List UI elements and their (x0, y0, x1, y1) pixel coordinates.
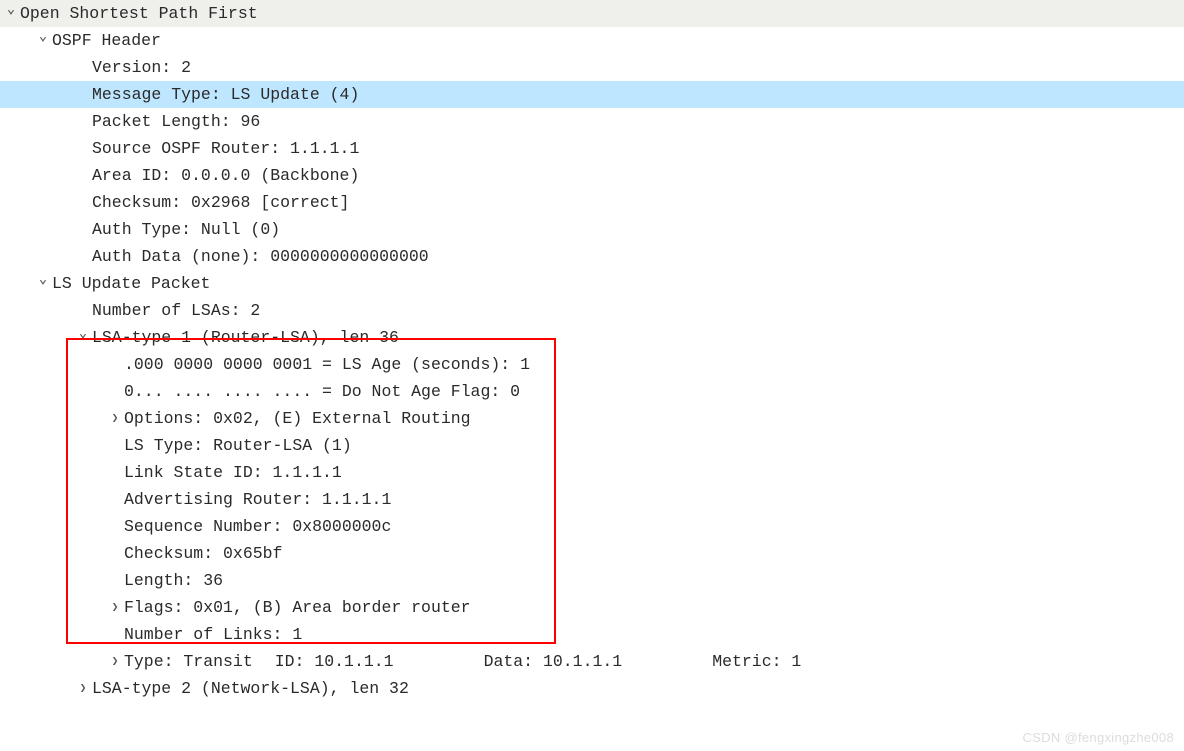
field-source-router[interactable]: Source OSPF Router: 1.1.1.1 (0, 135, 1184, 162)
field-auth-type[interactable]: Auth Type: Null (0) (0, 216, 1184, 243)
ls-update-node[interactable]: LS Update Packet (0, 270, 1184, 297)
link-data-text: Data: 10.1.1.1 (484, 648, 623, 675)
field-auth-data[interactable]: Auth Data (none): 0000000000000000 (0, 243, 1184, 270)
field-ls-age[interactable]: .000 0000 0000 0001 = LS Age (seconds): … (0, 351, 1184, 378)
ospf-header-label: OSPF Header (52, 27, 161, 54)
text: Sequence Number: 0x8000000c (124, 513, 391, 540)
text: Flags: 0x01, (B) Area border router (124, 594, 471, 621)
lsa2-node[interactable]: LSA-type 2 (Network-LSA), len 32 (0, 675, 1184, 702)
ospf-header-node[interactable]: OSPF Header (0, 27, 1184, 54)
chevron-right-icon[interactable] (108, 404, 122, 433)
chevron-right-icon[interactable] (76, 674, 90, 703)
field-link-line[interactable]: Type: Transit ID: 10.1.1.1 Data: 10.1.1.1 M… (0, 648, 1184, 675)
text: LS Type: Router-LSA (1) (124, 432, 352, 459)
chevron-right-icon[interactable] (108, 647, 122, 676)
text: Number of LSAs: 2 (92, 297, 260, 324)
field-num-links[interactable]: Number of Links: 1 (0, 621, 1184, 648)
ls-update-label: LS Update Packet (52, 270, 210, 297)
tree-root[interactable]: Open Shortest Path First (0, 0, 1184, 27)
text: Source OSPF Router: 1.1.1.1 (92, 135, 359, 162)
text: Options: 0x02, (E) External Routing (124, 405, 471, 432)
chevron-down-icon[interactable] (36, 27, 50, 55)
root-label: Open Shortest Path First (20, 0, 258, 27)
watermark-text: CSDN @fengxingzhe008 (1023, 730, 1174, 745)
text: Link State ID: 1.1.1.1 (124, 459, 342, 486)
text: Auth Data (none): 0000000000000000 (92, 243, 429, 270)
text: Advertising Router: 1.1.1.1 (124, 486, 391, 513)
field-version[interactable]: Version: 2 (0, 54, 1184, 81)
text: Version: 2 (92, 54, 191, 81)
text: 0... .... .... .... = Do Not Age Flag: 0 (124, 378, 520, 405)
text: Length: 36 (124, 567, 223, 594)
text: Auth Type: Null (0) (92, 216, 280, 243)
field-dna-flag[interactable]: 0... .... .... .... = Do Not Age Flag: 0 (0, 378, 1184, 405)
field-adv-router[interactable]: Advertising Router: 1.1.1.1 (0, 486, 1184, 513)
lsa2-label: LSA-type 2 (Network-LSA), len 32 (92, 675, 409, 702)
field-checksum[interactable]: Checksum: 0x2968 [correct] (0, 189, 1184, 216)
text: Number of Links: 1 (124, 621, 302, 648)
text: Checksum: 0x2968 [correct] (92, 189, 349, 216)
text: Packet Length: 96 (92, 108, 260, 135)
field-lsa-checksum[interactable]: Checksum: 0x65bf (0, 540, 1184, 567)
text: Checksum: 0x65bf (124, 540, 282, 567)
field-seq-num[interactable]: Sequence Number: 0x8000000c (0, 513, 1184, 540)
field-message-type[interactable]: Message Type: LS Update (4) (0, 81, 1184, 108)
field-ls-type[interactable]: LS Type: Router-LSA (1) (0, 432, 1184, 459)
link-id-text: ID: 10.1.1.1 (275, 648, 394, 675)
chevron-down-icon[interactable] (36, 270, 50, 298)
link-type-text: Type: Transit (124, 648, 253, 675)
lsa1-label: LSA-type 1 (Router-LSA), len 36 (92, 324, 399, 351)
field-flags[interactable]: Flags: 0x01, (B) Area border router (0, 594, 1184, 621)
field-area-id[interactable]: Area ID: 0.0.0.0 (Backbone) (0, 162, 1184, 189)
field-num-lsas[interactable]: Number of LSAs: 2 (0, 297, 1184, 324)
field-packet-length[interactable]: Packet Length: 96 (0, 108, 1184, 135)
lsa1-node[interactable]: LSA-type 1 (Router-LSA), len 36 (0, 324, 1184, 351)
chevron-right-icon[interactable] (108, 593, 122, 622)
field-options[interactable]: Options: 0x02, (E) External Routing (0, 405, 1184, 432)
field-lsa-length[interactable]: Length: 36 (0, 567, 1184, 594)
chevron-down-icon[interactable] (4, 0, 18, 28)
text: Area ID: 0.0.0.0 (Backbone) (92, 162, 359, 189)
field-link-state-id[interactable]: Link State ID: 1.1.1.1 (0, 459, 1184, 486)
text: .000 0000 0000 0001 = LS Age (seconds): … (124, 351, 530, 378)
link-metric-text: Metric: 1 (712, 648, 801, 675)
text: Message Type: LS Update (4) (92, 81, 359, 108)
chevron-down-icon[interactable] (76, 324, 90, 352)
